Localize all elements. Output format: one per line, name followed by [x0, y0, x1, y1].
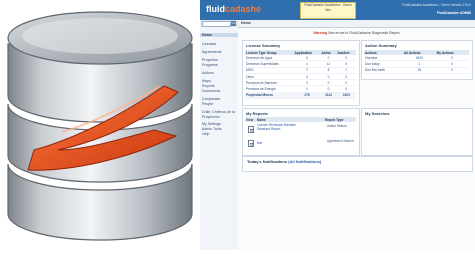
- sidebar-item-agreements[interactable]: Agreements: [202, 50, 221, 54]
- sidebar-item-people[interactable]: People: [202, 102, 213, 106]
- column-header: Report Type: [324, 117, 356, 122]
- panel-title: My Searches: [365, 111, 390, 116]
- sidebar-item-chile[interactable]: Chile, Chilenos de la: [202, 110, 235, 114]
- table-row[interactable]: Propiedad Minera 278 3112 2403: [245, 92, 356, 100]
- user-name-link[interactable]: FluidCadashe ADMIN: [437, 11, 471, 15]
- table-row[interactable]: Due this week 18 0: [364, 67, 469, 74]
- notification-toast[interactable]: FluidCadashe Academico - Demo Allo: [300, 2, 356, 19]
- report-type: Action Search: [327, 124, 347, 128]
- version-info: FluidCadashe Academico - Demo Version 2.…: [402, 3, 471, 7]
- sidebar-item-help[interactable]: Help: [202, 132, 209, 136]
- sidebar-item-proyeccion[interactable]: Proyección: [202, 115, 220, 119]
- my-reports-header: View Name Report Type: [245, 117, 356, 122]
- main-content: Warning See errors in FluidCadashe Diagn…: [238, 28, 475, 250]
- sidebar-search: Go: [200, 20, 238, 27]
- warning-text: See errors in FluidCadashe Diagnostic Re…: [327, 31, 400, 35]
- cell: Due this week: [364, 67, 403, 74]
- sidebar-item-licenses[interactable]: Licenses: [202, 42, 216, 46]
- sidebar-item-documents[interactable]: Documents: [202, 89, 220, 93]
- brand-logo[interactable]: fluidcadashe: [206, 4, 261, 14]
- brand-accent: cadashe: [225, 4, 262, 14]
- sidebar-item-home[interactable]: Home: [200, 33, 238, 37]
- diagnostic-warning[interactable]: Warning See errors in FluidCadashe Diagn…: [238, 31, 475, 35]
- view-report-icon[interactable]: [248, 126, 254, 133]
- cell[interactable]: 2403: [336, 92, 356, 100]
- report-name-link[interactable]: test: [257, 141, 305, 146]
- my-searches-panel: My Searches: [361, 108, 473, 156]
- cell: Propiedad Minera: [245, 92, 294, 100]
- cell[interactable]: 278: [293, 92, 321, 100]
- sidebar-item-reports[interactable]: Reports: [202, 84, 215, 88]
- toast-line: FluidCadashe Academico - Demo: [304, 3, 352, 7]
- app-window: fluidcadashe FluidCadashe Academico - De…: [200, 0, 475, 250]
- column-header: View: [245, 117, 256, 122]
- sidebar-item-programs[interactable]: Programs: [202, 63, 218, 67]
- tab-bar: Home: [238, 20, 475, 28]
- toast-line: Allo: [325, 7, 331, 12]
- all-notifications-link[interactable]: (All Notifications): [288, 159, 321, 164]
- top-bar: fluidcadashe FluidCadashe Academico - De…: [200, 0, 475, 20]
- report-name-link[interactable]: License Renewals Maintain Standard Repor…: [257, 123, 305, 132]
- fluidcadashe-database-logo: [0, 0, 200, 250]
- sidebar-item-maps[interactable]: Maps: [202, 79, 211, 83]
- cell[interactable]: 18: [402, 67, 436, 74]
- license-summary-table: License Type Group Application Active In…: [245, 50, 356, 100]
- search-go-button[interactable]: Go: [231, 21, 236, 26]
- cell[interactable]: 3112: [320, 92, 337, 100]
- brand-prefix: fluid: [206, 4, 225, 14]
- action-summary-table: Actions All Actions My Actions Overdue 46…: [364, 50, 469, 74]
- notifications-title: Today's Notifications (All Notifications…: [247, 159, 321, 164]
- sidebar-item-my-settings[interactable]: My Settings: [202, 122, 221, 126]
- notifications-panel: Today's Notifications (All Notifications…: [242, 156, 473, 172]
- notifications-label: Today's Notifications: [247, 159, 287, 164]
- panel-title: Action Summary: [365, 43, 397, 48]
- sidebar-item-admin-tools[interactable]: Admin Tools: [202, 127, 222, 131]
- action-summary-panel: Action Summary Actions All Actions My Ac…: [361, 40, 473, 80]
- view-report-icon[interactable]: [248, 140, 254, 147]
- tab-home[interactable]: Home: [241, 21, 251, 25]
- sidebar-item-actions[interactable]: Actions: [202, 71, 214, 75]
- panel-title: My Reports: [246, 111, 268, 116]
- cell[interactable]: 0: [435, 67, 469, 74]
- sidebar-nav: Home Licenses Agreements Proyectos Progr…: [200, 27, 239, 250]
- sidebar-item-proyectos[interactable]: Proyectos: [202, 58, 218, 62]
- report-type: Agreement Search: [327, 139, 354, 143]
- sidebar-item-companies[interactable]: Companies: [202, 97, 220, 101]
- database-swoosh-icon: [7, 11, 193, 241]
- column-header: Name: [256, 117, 324, 122]
- warning-label: Warning: [313, 31, 328, 35]
- my-reports-panel: My Reports View Name Report Type License…: [242, 108, 360, 156]
- license-summary-panel: License Summary License Type Group Appli…: [242, 40, 360, 106]
- panel-title: License Summary: [246, 43, 281, 48]
